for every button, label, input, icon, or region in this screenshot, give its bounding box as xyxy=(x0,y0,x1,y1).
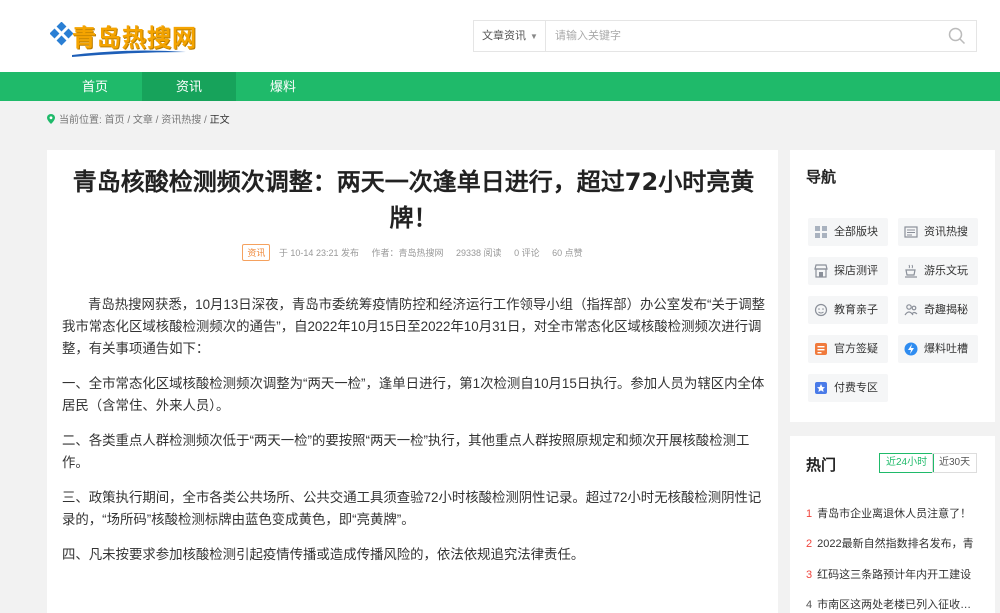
category-label: 爆料吐槽 xyxy=(924,343,968,355)
nav-item-tips[interactable]: 爆料 xyxy=(236,72,330,101)
hot-list-item[interactable]: 4 市南区这两处老楼已列入征收计划 xyxy=(806,597,982,613)
logo-diamond-icon xyxy=(50,22,74,46)
hot-item-text: 红码这三条路预计年内开工建设 xyxy=(817,569,972,581)
sidebar-nav-card: 导航 全部版块 资讯热搜 探店测评 游乐文玩 教育亲子 奇趣揭秘 官方签疑 爆料… xyxy=(790,150,995,422)
nav-item-news[interactable]: 资讯 xyxy=(142,72,236,101)
hot-rank: 4 xyxy=(806,599,813,611)
category-education[interactable]: 教育亲子 xyxy=(808,296,888,324)
search-icon[interactable] xyxy=(948,27,966,45)
read-count: 29338 阅读 xyxy=(456,248,502,258)
hot-list-item[interactable]: 1 青岛市企业离退休人员注意了！ xyxy=(806,506,982,522)
author: 作者：青岛热搜网 xyxy=(371,248,444,258)
paragraph: 二、各类重点人群检测频次低于“两天一检”的要按照“两天一检”执行，其他重点人群按… xyxy=(62,433,750,470)
category-label: 付费专区 xyxy=(834,382,878,394)
teacup-icon xyxy=(905,264,917,278)
hot-item-text: 2022最新自然指数排名发布，青 xyxy=(817,538,974,550)
breadcrumb-current: 正文 xyxy=(209,115,230,126)
category-premium[interactable]: 付费专区 xyxy=(808,374,888,402)
article-card: 青岛核酸检测频次调整：两天一次逢单日进行，超过72小时亮黄牌！ 资讯 于 10-… xyxy=(47,150,778,613)
breadcrumb-path[interactable]: 首页 / 文章 / 资讯热搜 / xyxy=(105,115,207,126)
tab-24h[interactable]: 近24小时 xyxy=(879,453,935,473)
category-store[interactable]: 探店测评 xyxy=(808,257,888,285)
category-label: 游乐文玩 xyxy=(924,265,968,277)
site-header: 青岛热搜网 文章资讯 ▼ xyxy=(0,0,1000,72)
category-official[interactable]: 官方签疑 xyxy=(808,335,888,363)
search-category-label: 文章资讯 xyxy=(482,30,526,42)
category-tipoff[interactable]: 爆料吐槽 xyxy=(898,335,978,363)
location-pin-icon xyxy=(47,114,55,124)
site-logo[interactable]: 青岛热搜网 xyxy=(50,12,196,58)
breadcrumb: 当前位置: 首页 / 文章 / 资讯热搜 / 正文 xyxy=(47,114,230,128)
hot-title: 热门 xyxy=(806,457,837,474)
publish-time: 于 10-14 23:21 发布 xyxy=(278,248,359,258)
hot-list-item[interactable]: 2 2022最新自然指数排名发布，青 xyxy=(806,536,982,552)
hot-rank: 3 xyxy=(806,569,813,581)
hot-item-text: 市南区这两处老楼已列入征收计划 xyxy=(817,599,982,611)
people-icon xyxy=(904,304,918,316)
category-label: 全部版块 xyxy=(834,226,878,238)
checklist-icon xyxy=(815,343,827,355)
sidebar-hot-card: 热门 近24小时 近30天 1 青岛市企业离退休人员注意了！ 2 2022最新自然指… xyxy=(790,436,995,613)
logo-swoosh xyxy=(72,50,186,57)
paragraph: 一、全市常态化区域核酸检测频次调整为“两天一检”，逢单日进行，第1次检测自10月… xyxy=(62,376,765,413)
grid-icon xyxy=(815,226,827,238)
category-label: 奇趣揭秘 xyxy=(924,304,968,316)
search-input[interactable] xyxy=(547,21,937,51)
category-label: 教育亲子 xyxy=(834,304,878,316)
store-icon xyxy=(814,264,828,278)
comment-count: 0 评论 xyxy=(514,248,540,258)
category-label: 官方签疑 xyxy=(834,343,878,355)
hot-list-item[interactable]: 3 红码这三条路预计年内开工建设 xyxy=(806,567,982,583)
category-news[interactable]: 资讯热搜 xyxy=(898,218,978,246)
paragraph: 三、政策执行期间，全市各类公共场所、公共交通工具须查验72小时核酸检测阴性记录。… xyxy=(62,490,762,527)
sidebar-nav-title: 导航 xyxy=(806,169,837,186)
search-category-select[interactable]: 文章资讯 ▼ xyxy=(474,21,546,51)
tab-30d[interactable]: 近30天 xyxy=(932,453,978,473)
hot-item-text: 青岛市企业离退休人员注意了！ xyxy=(817,508,972,520)
article-body: 青岛热搜网获悉，10月13日深夜，青岛市委统筹疫情防控和经济运行工作领导小组（指… xyxy=(62,294,768,579)
lightning-icon xyxy=(904,342,918,356)
main-nav: 首页 资讯 爆料 xyxy=(0,72,1000,101)
article-meta: 资讯 于 10-14 23:21 发布 作者：青岛热搜网 29338 阅读 0 … xyxy=(47,244,778,261)
like-count: 60 点赞 xyxy=(552,248,583,258)
category-leisure[interactable]: 游乐文玩 xyxy=(898,257,978,285)
category-curiosity[interactable]: 奇趣揭秘 xyxy=(898,296,978,324)
face-icon xyxy=(814,303,828,317)
article-title: 青岛核酸检测频次调整：两天一次逢单日进行，超过72小时亮黄牌！ xyxy=(72,168,755,232)
hot-rank: 1 xyxy=(806,508,813,520)
category-label: 资讯热搜 xyxy=(924,226,968,238)
category-label: 探店测评 xyxy=(834,265,878,277)
chevron-down-icon: ▼ xyxy=(530,32,538,41)
newspaper-icon xyxy=(904,226,918,238)
nav-item-home[interactable]: 首页 xyxy=(48,72,142,101)
premium-icon xyxy=(815,382,827,394)
search-bar: 文章资讯 ▼ xyxy=(473,20,977,52)
hot-rank: 2 xyxy=(806,538,813,550)
paragraph: 四、凡未按要求参加核酸检测引起疫情传播或造成传播风险的，依法依规追究法律责任。 xyxy=(62,547,585,562)
breadcrumb-prefix: 当前位置: xyxy=(59,115,102,126)
category-all[interactable]: 全部版块 xyxy=(808,218,888,246)
category-tag[interactable]: 资讯 xyxy=(242,244,271,261)
paragraph: 青岛热搜网获悉，10月13日深夜，青岛市委统筹疫情防控和经济运行工作领导小组（指… xyxy=(62,297,765,356)
